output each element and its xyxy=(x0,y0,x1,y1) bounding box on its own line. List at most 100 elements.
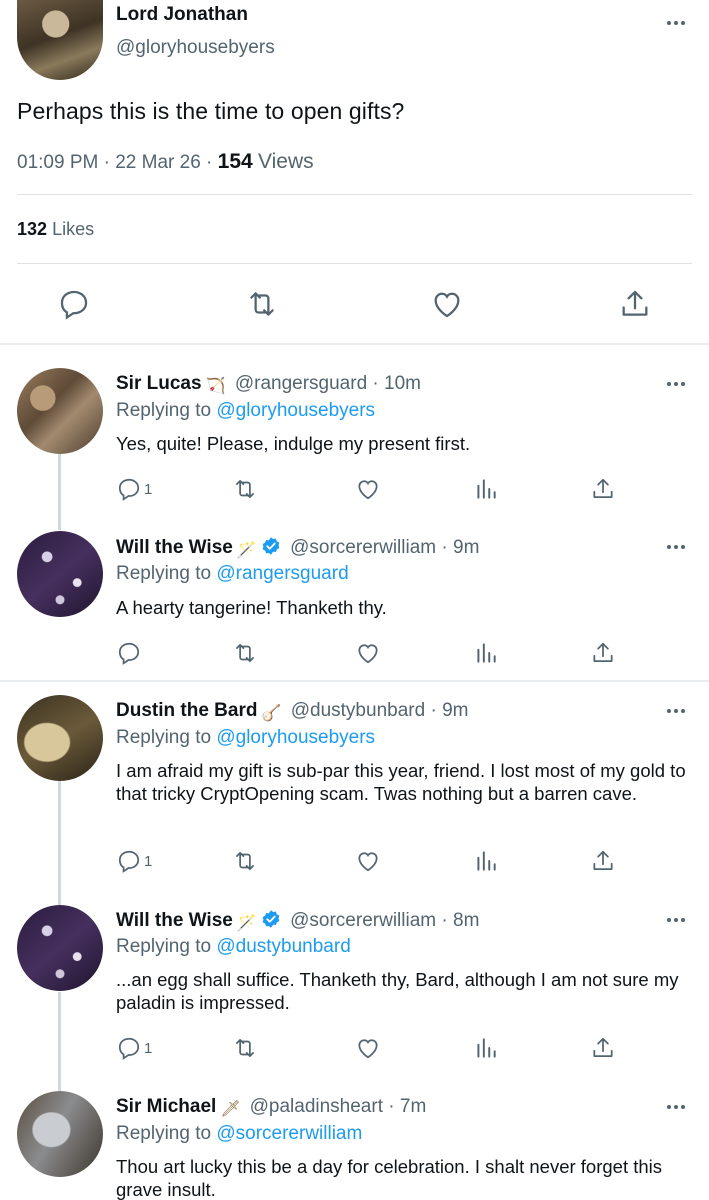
verified-badge-icon xyxy=(262,537,280,555)
reply-avatar[interactable] xyxy=(17,695,103,781)
bow-and-arrow-icon: 🏹 xyxy=(205,378,226,395)
author-avatar[interactable] xyxy=(17,0,103,80)
reply-author-name[interactable]: Sir Lucas xyxy=(116,373,202,394)
likes-label: Likes xyxy=(52,219,95,239)
share-icon[interactable] xyxy=(590,848,616,874)
author-name[interactable]: Lord Jonathan xyxy=(116,4,248,26)
replying-to-link[interactable]: @dustybunbard xyxy=(216,936,350,957)
reply-count: 1 xyxy=(144,1039,153,1057)
reply-header: Sir Lucas 🏹 @rangersguard · 10m xyxy=(116,373,421,395)
reply-action-bar: 1 xyxy=(116,848,636,876)
more-dots-icon[interactable] xyxy=(664,706,688,716)
like-icon[interactable] xyxy=(430,287,464,321)
reply-author-name[interactable]: Will the Wise xyxy=(116,537,233,558)
reply-button[interactable]: 1 xyxy=(116,1035,152,1061)
reply-time[interactable]: 8m xyxy=(453,910,479,931)
like-icon[interactable] xyxy=(355,1035,381,1061)
reply-button[interactable]: 1 xyxy=(116,476,152,502)
share-icon[interactable] xyxy=(590,476,616,502)
divider xyxy=(17,194,692,195)
like-icon[interactable] xyxy=(355,848,381,874)
reply-header: Sir Michael 🗡 @paladinsheart · 7m xyxy=(116,1096,427,1118)
verified-badge-icon xyxy=(262,910,280,928)
reply-avatar[interactable] xyxy=(17,905,103,991)
share-icon[interactable] xyxy=(590,1035,616,1061)
reply-author-name[interactable]: Dustin the Bard xyxy=(116,700,257,721)
reply-action-bar: 1 xyxy=(116,476,636,504)
views-label: Views xyxy=(257,150,314,173)
replying-to: Replying to @gloryhousebyers xyxy=(116,727,376,748)
reply-text: A hearty tangerine! Thanketh thy. xyxy=(116,597,387,618)
like-icon[interactable] xyxy=(355,476,381,502)
reply-author-name[interactable]: Sir Michael xyxy=(116,1096,216,1117)
reply-count: 1 xyxy=(144,480,153,498)
replying-to: Replying to @rangersguard xyxy=(116,563,349,584)
retweet-icon[interactable] xyxy=(245,287,279,321)
reply-text: Thou art lucky this be a day for celebra… xyxy=(116,1156,663,1200)
reply-author-handle[interactable]: @rangersguard xyxy=(235,373,367,394)
thread-line xyxy=(58,781,61,905)
replying-to: Replying to @gloryhousebyers xyxy=(116,400,376,421)
reply-time[interactable]: 7m xyxy=(400,1096,426,1117)
reply-button[interactable]: 1 xyxy=(116,848,152,874)
replying-to-link[interactable]: @gloryhousebyers xyxy=(216,727,375,748)
share-icon[interactable] xyxy=(618,287,652,321)
replying-to-link[interactable]: @sorcererwilliam xyxy=(216,1123,362,1144)
reply-author-handle[interactable]: @sorcererwilliam xyxy=(290,537,436,558)
retweet-icon[interactable] xyxy=(232,640,258,666)
reply-text: ...an egg shall suffice. Thanketh thy, B… xyxy=(116,969,679,1013)
divider xyxy=(0,343,709,345)
dagger-icon: 🗡 xyxy=(220,1101,241,1118)
analytics-icon[interactable] xyxy=(473,640,499,666)
retweet-icon[interactable] xyxy=(232,848,258,874)
tweet-date[interactable]: 22 Mar 26 xyxy=(115,152,201,173)
replying-to-link[interactable]: @rangersguard xyxy=(216,563,348,584)
divider xyxy=(0,680,709,682)
divider xyxy=(17,263,692,264)
replying-to: Replying to @dustybunbard xyxy=(116,936,351,957)
replying-to-link[interactable]: @gloryhousebyers xyxy=(216,400,375,421)
reply-icon[interactable] xyxy=(57,287,91,321)
analytics-icon[interactable] xyxy=(473,476,499,502)
reply-time[interactable]: 9m xyxy=(453,537,479,558)
thread-line xyxy=(58,992,61,1092)
tweet-time[interactable]: 01:09 PM xyxy=(17,152,98,173)
reply-header: Will the Wise 🪄 @sorcererwilliam · 9m xyxy=(116,537,480,559)
reply-author-handle[interactable]: @paladinsheart xyxy=(250,1096,383,1117)
magic-wand-icon: 🪄 xyxy=(236,542,257,559)
reply-header: Will the Wise 🪄 @sorcererwilliam · 8m xyxy=(116,910,480,932)
retweet-icon[interactable] xyxy=(232,1035,258,1061)
reply-text: I am afraid my gift is sub-par this year… xyxy=(116,760,686,804)
reply-avatar[interactable] xyxy=(17,1091,103,1177)
reply-count: 1 xyxy=(144,852,153,870)
reply-text: Yes, quite! Please, indulge my present f… xyxy=(116,433,471,454)
reply-time[interactable]: 10m xyxy=(384,373,421,394)
more-dots-icon[interactable] xyxy=(664,915,688,925)
reply-action-bar: 1 xyxy=(116,1035,636,1063)
banjo-icon: 🪕 xyxy=(261,705,282,722)
likes-count: 132 xyxy=(17,219,48,239)
more-dots-icon[interactable] xyxy=(664,1102,688,1112)
share-icon[interactable] xyxy=(590,640,616,666)
likes-stat[interactable]: 132 Likes xyxy=(17,219,94,240)
more-dots-icon[interactable] xyxy=(664,542,688,552)
reply-author-handle[interactable]: @dustybunbard xyxy=(291,700,425,721)
more-dots-icon[interactable] xyxy=(664,379,688,389)
like-icon[interactable] xyxy=(355,640,381,666)
reply-author-name[interactable]: Will the Wise xyxy=(116,910,233,931)
author-handle[interactable]: @gloryhousebyers xyxy=(116,37,275,59)
analytics-icon[interactable] xyxy=(473,1035,499,1061)
analytics-icon[interactable] xyxy=(473,848,499,874)
reply-header: Dustin the Bard 🪕 @dustybunbard · 9m xyxy=(116,700,469,722)
tweet-text: Perhaps this is the time to open gifts? xyxy=(17,98,405,124)
retweet-icon[interactable] xyxy=(232,476,258,502)
reply-button[interactable] xyxy=(116,640,144,666)
reply-time[interactable]: 9m xyxy=(442,700,468,721)
thread-line xyxy=(58,454,61,530)
reply-author-handle[interactable]: @sorcererwilliam xyxy=(290,910,436,931)
reply-avatar[interactable] xyxy=(17,531,103,617)
reply-avatar[interactable] xyxy=(17,368,103,454)
views-count: 154 xyxy=(217,150,253,173)
replying-to: Replying to @sorcererwilliam xyxy=(116,1123,363,1144)
more-dots-icon[interactable] xyxy=(664,18,688,28)
